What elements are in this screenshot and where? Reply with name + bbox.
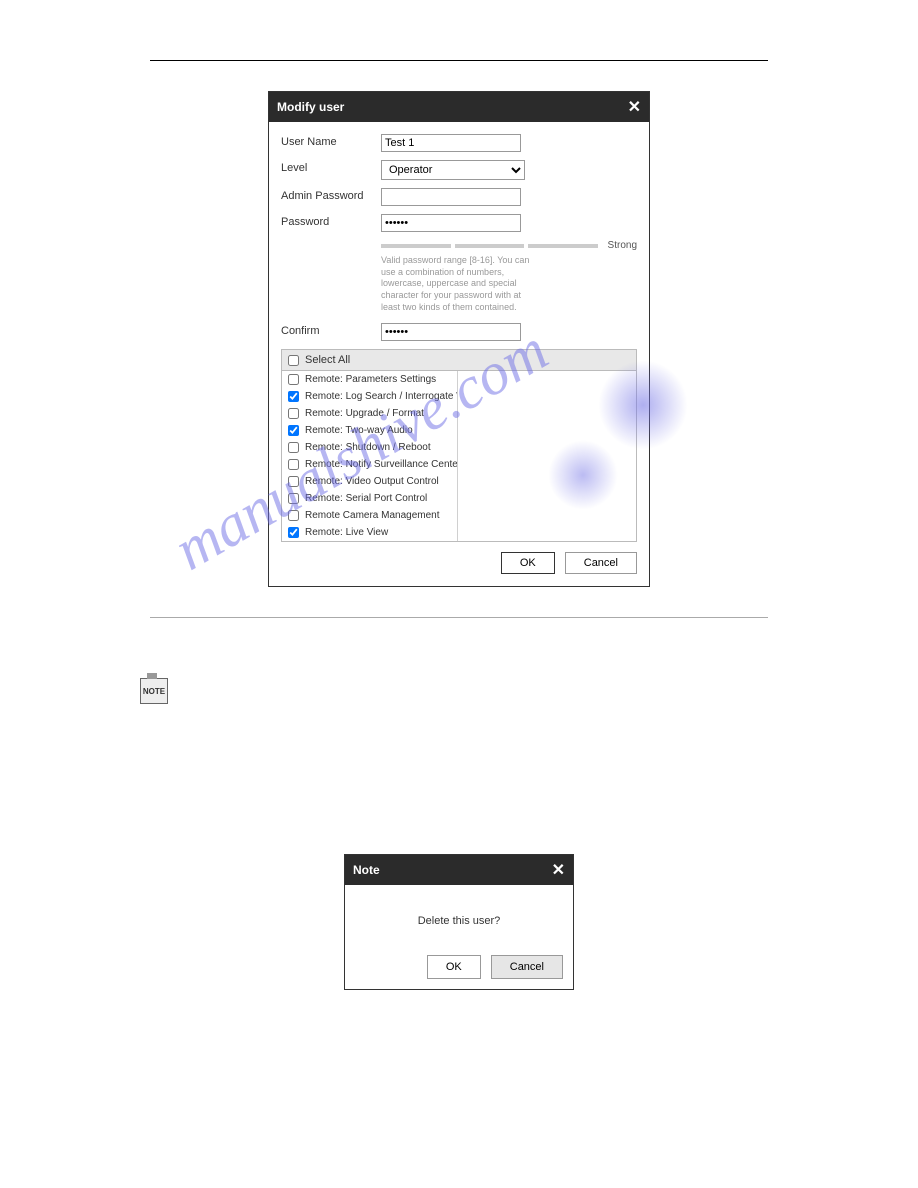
permission-label: Remote: Upgrade / Format [305,408,424,419]
permission-item[interactable]: Remote: Video Output Control [282,473,457,490]
password-hint: Valid password range [8-16]. You can use… [381,255,541,313]
row-level: Level Operator [281,160,637,180]
permission-item[interactable]: Remote: Two-way Audio [282,422,457,439]
permission-checkbox[interactable] [288,442,299,453]
dialog-titlebar[interactable]: Modify user ✕ [269,92,649,122]
admin-password-label: Admin Password [281,188,381,202]
permission-checkbox[interactable] [288,459,299,470]
permission-label: Remote: Parameters Settings [305,374,436,385]
permission-item[interactable]: Remote: Upgrade / Format [282,405,457,422]
permission-label: Remote: Two-way Audio [305,425,413,436]
cancel-button[interactable]: Cancel [491,955,563,979]
permissions-panel: Select All Remote: Parameters SettingsRe… [281,349,637,542]
level-select[interactable]: Operator [381,160,525,180]
confirm-label: Confirm [281,323,381,337]
dialog-title: Modify user [277,100,344,114]
mid-rule [150,617,768,618]
username-input[interactable] [381,134,521,152]
permissions-side-panel [458,371,636,541]
permission-item[interactable]: Remote: Notify Surveillance Center /... [282,456,457,473]
permission-item[interactable]: Remote Camera Management [282,507,457,524]
permission-checkbox[interactable] [288,374,299,385]
dialog-footer: OK Cancel [281,542,637,574]
note-titlebar[interactable]: Note ✕ [345,855,573,885]
password-strength: Strong [381,240,637,251]
permission-label: Remote Camera Management [305,510,440,521]
permission-checkbox[interactable] [288,493,299,504]
ok-button[interactable]: OK [501,552,555,574]
permission-checkbox[interactable] [288,391,299,402]
permission-item[interactable]: Remote: Log Search / Interrogate Wor... [282,388,457,405]
close-icon[interactable]: ✕ [628,97,641,117]
permission-checkbox[interactable] [288,510,299,521]
select-all-row[interactable]: Select All [282,350,636,371]
permission-item[interactable]: Remote: Serial Port Control [282,490,457,507]
admin-password-input[interactable] [381,188,521,206]
permission-item[interactable]: Remote: Shutdown / Reboot [282,439,457,456]
row-username: User Name [281,134,637,152]
select-all-label: Select All [305,354,350,366]
permission-label: Remote: Log Search / Interrogate Wor... [305,391,457,402]
permission-label: Remote: Live View [305,527,388,538]
permission-item[interactable]: Remote: Parameters Settings [282,371,457,388]
row-password: Password [281,214,637,232]
row-confirm: Confirm [281,323,637,341]
cancel-button[interactable]: Cancel [565,552,637,574]
note-title: Note [353,863,380,877]
close-icon[interactable]: ✕ [552,860,565,880]
permission-checkbox[interactable] [288,527,299,538]
permission-checkbox[interactable] [288,476,299,487]
permission-item[interactable]: Remote: Live View [282,524,457,541]
confirm-input[interactable] [381,323,521,341]
password-label: Password [281,214,381,228]
row-admin-password: Admin Password [281,188,637,206]
password-input[interactable] [381,214,521,232]
permission-label: Remote: Video Output Control [305,476,439,487]
strength-bar-3 [528,244,598,248]
modify-user-dialog: Modify user ✕ User Name Level Operator A… [268,91,650,587]
note-body: Delete this user? [345,885,573,947]
note-icon: NOTE [140,678,168,704]
strength-bar-2 [455,244,525,248]
permission-checkbox[interactable] [288,408,299,419]
permission-label: Remote: Serial Port Control [305,493,427,504]
note-message: Delete this user? [418,915,501,927]
permission-checkbox[interactable] [288,425,299,436]
level-label: Level [281,160,381,174]
permissions-list[interactable]: Remote: Parameters Settings Remote: Log S… [282,371,458,541]
ok-button[interactable]: OK [427,955,481,979]
permission-label: Remote: Notify Surveillance Center /... [305,459,457,470]
username-label: User Name [281,134,381,148]
select-all-checkbox[interactable] [288,355,299,366]
note-dialog: Note ✕ Delete this user? OK Cancel [344,854,574,990]
top-rule [150,60,768,61]
strength-bar-1 [381,244,451,248]
dialog-body: User Name Level Operator Admin Password … [269,122,649,586]
permissions-list-wrap: Remote: Parameters Settings Remote: Log S… [282,371,636,541]
permission-label: Remote: Shutdown / Reboot [305,442,431,453]
strength-label: Strong [608,240,637,251]
note-footer: OK Cancel [345,947,573,989]
